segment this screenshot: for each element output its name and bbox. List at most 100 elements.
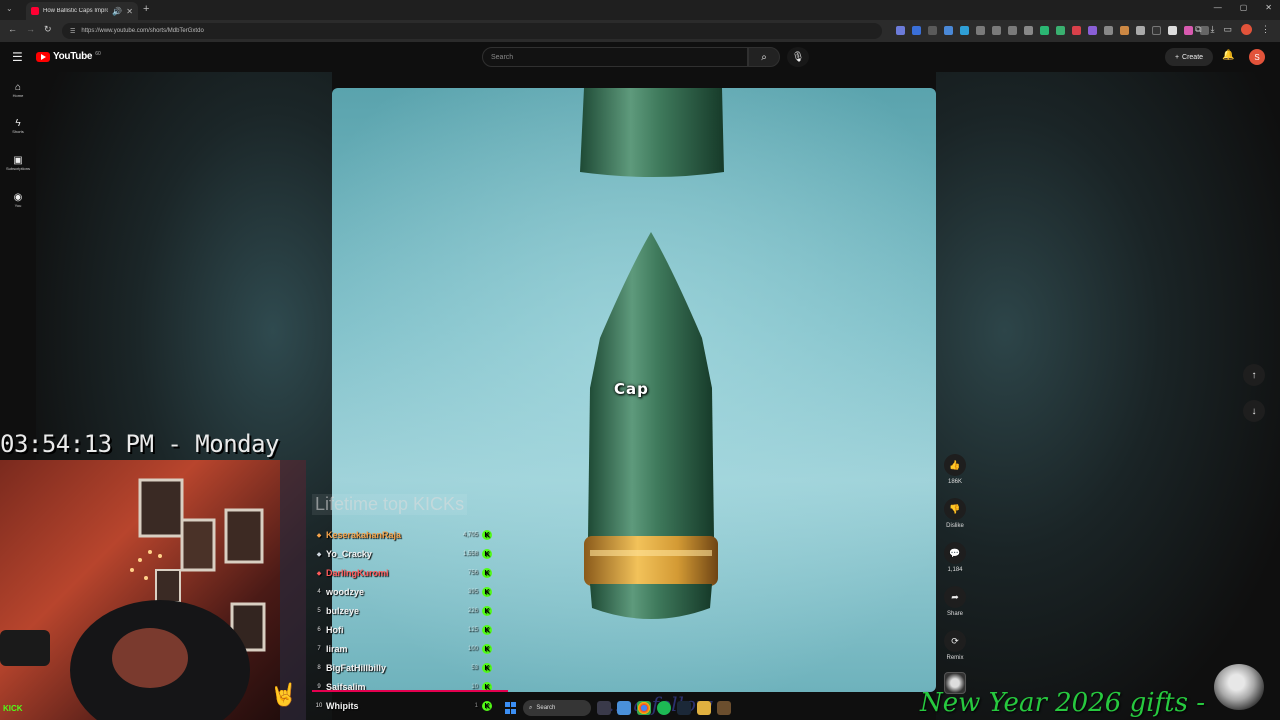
extension-icon[interactable] (1088, 26, 1097, 35)
microphone-icon: 🎙 (791, 51, 805, 63)
like-count: 186K (947, 479, 962, 485)
url-field[interactable]: ☰ https://www.youtube.com/shorts/MdbTerG… (62, 23, 882, 39)
nav-item-you[interactable]: ◉ You (0, 192, 36, 208)
create-label: Create (1182, 53, 1204, 61)
nav-item-home[interactable]: ⌂ Home (0, 82, 36, 98)
reload-icon[interactable]: ↻ (44, 24, 52, 35)
chrome-icon[interactable] (637, 701, 651, 715)
nav-item-shorts[interactable]: ϟ Shorts (0, 118, 36, 134)
fairy-light (148, 550, 152, 554)
nav-item-subscriptions[interactable]: ▣ Subscriptions (0, 155, 36, 171)
share-label: Share (946, 611, 963, 617)
extension-icon[interactable] (1184, 26, 1193, 35)
extension-icons (896, 26, 1209, 35)
share-button[interactable]: ➦ Share (940, 586, 970, 617)
kick-icon: K (482, 701, 492, 711)
username: Hofi (326, 625, 344, 635)
thumbs-down-icon: 👎 (944, 498, 966, 520)
maximize-icon[interactable]: ▢ (1240, 3, 1248, 12)
taskview-icon[interactable] (597, 701, 611, 715)
taskbar-search[interactable]: ⌕ Search (523, 700, 591, 716)
extension-icon[interactable] (1024, 26, 1033, 35)
close-window-icon[interactable]: ✕ (1265, 3, 1272, 12)
extension-icon[interactable] (1072, 26, 1081, 35)
close-tab-icon[interactable]: ✕ (126, 7, 133, 16)
address-bar-row: ← → ↻ ☰ https://www.youtube.com/shorts/M… (0, 20, 1280, 42)
back-icon[interactable]: ← (8, 24, 17, 34)
extension-icon[interactable] (1056, 26, 1065, 35)
next-short-button[interactable]: ↓ (1243, 400, 1265, 422)
extension-icon[interactable] (1008, 26, 1017, 35)
minimize-icon[interactable]: — (1214, 3, 1222, 12)
tab-list-icon[interactable]: ⌄ (6, 4, 13, 13)
speaker-icon[interactable]: 🔊 (112, 7, 122, 16)
hamburger-menu-icon[interactable]: ☰ (12, 50, 23, 64)
extension-icon[interactable] (928, 26, 937, 35)
kick-icon: K (482, 587, 492, 597)
rank-diamond-icon: ◆ (316, 570, 322, 577)
youtube-header: ☰ YouTube 60 Search ⌕ 🎙 + Create 🔔 S (0, 42, 1280, 72)
spotify-icon[interactable] (657, 701, 671, 715)
extension-icon[interactable] (992, 26, 1001, 35)
remix-button[interactable]: ⟳ Remix (940, 630, 970, 661)
nav-label: Home (12, 93, 24, 98)
windows-start-icon[interactable] (505, 702, 517, 714)
app-icon[interactable] (717, 701, 731, 715)
steam-icon[interactable] (677, 701, 691, 715)
extension-icon[interactable] (976, 26, 985, 35)
extension-icon[interactable] (912, 26, 921, 35)
comment-icon: 💬 (944, 542, 966, 564)
avatar-letter: S (1254, 52, 1260, 62)
youtube-favicon-icon (31, 7, 39, 15)
home-icon: ⌂ (14, 82, 22, 93)
new-tab-icon[interactable]: + (143, 3, 149, 15)
dislike-button[interactable]: 👎 Dislike (940, 498, 970, 529)
extension-icon[interactable] (1040, 26, 1049, 35)
remix-icon: ⟳ (944, 630, 966, 652)
kick-value: 756 (467, 570, 478, 576)
notifications-bell-icon[interactable]: 🔔 (1222, 50, 1234, 61)
extension-icon[interactable] (1152, 26, 1161, 35)
browser-tab[interactable]: How Ballistic Caps Improv 🔊 ✕ (26, 2, 138, 20)
door-frame (280, 460, 306, 720)
extensions-icon[interactable]: ⧉ (1195, 24, 1201, 35)
extension-icon[interactable] (1120, 26, 1129, 35)
username: bulzeye (326, 606, 360, 616)
account-avatar[interactable]: S (1249, 49, 1265, 65)
rank-number: 10 (315, 703, 323, 709)
sidebar-icon[interactable]: ▭ (1223, 24, 1232, 35)
extension-icon[interactable] (960, 26, 969, 35)
youtube-logo[interactable]: YouTube 60 (36, 51, 101, 62)
webcam-overlay (0, 460, 306, 720)
more-menu-icon[interactable]: ⋮ (1261, 24, 1270, 35)
rank-number: 6 (317, 627, 321, 633)
comments-button[interactable]: 💬 1,184 (940, 542, 970, 573)
search-button[interactable]: ⌕ (748, 47, 780, 67)
rank-diamond-icon: ◆ (316, 532, 322, 539)
search-placeholder: Search (491, 53, 514, 61)
files-app-icon[interactable] (617, 701, 631, 715)
microphone (0, 630, 50, 666)
extension-icon[interactable] (1136, 26, 1145, 35)
nav-label: Shorts (12, 129, 24, 134)
profile-avatar[interactable] (1241, 24, 1252, 35)
previous-short-button[interactable]: ↑ (1243, 364, 1265, 386)
kick-value: 395 (467, 589, 478, 595)
extension-icon[interactable] (1104, 26, 1113, 35)
progress-accent-line (312, 690, 508, 692)
extension-icon[interactable] (1168, 26, 1177, 35)
voice-search-button[interactable]: 🎙 (787, 47, 809, 67)
extension-icon[interactable] (896, 26, 905, 35)
folder-icon[interactable] (697, 701, 711, 715)
extension-icon[interactable] (944, 26, 953, 35)
forward-icon[interactable]: → (26, 24, 35, 34)
nav-label: You (14, 203, 22, 208)
site-info-icon[interactable]: ☰ (70, 28, 75, 35)
create-button[interactable]: + Create (1165, 48, 1213, 66)
wall-photo (224, 508, 264, 564)
search-input[interactable]: Search (482, 47, 748, 67)
download-icon[interactable]: ⤓ (1211, 24, 1215, 35)
like-button[interactable]: 👍 186K (940, 454, 970, 485)
windows-taskbar: ⌕ Search (505, 698, 731, 718)
username: Whipits (326, 701, 359, 711)
